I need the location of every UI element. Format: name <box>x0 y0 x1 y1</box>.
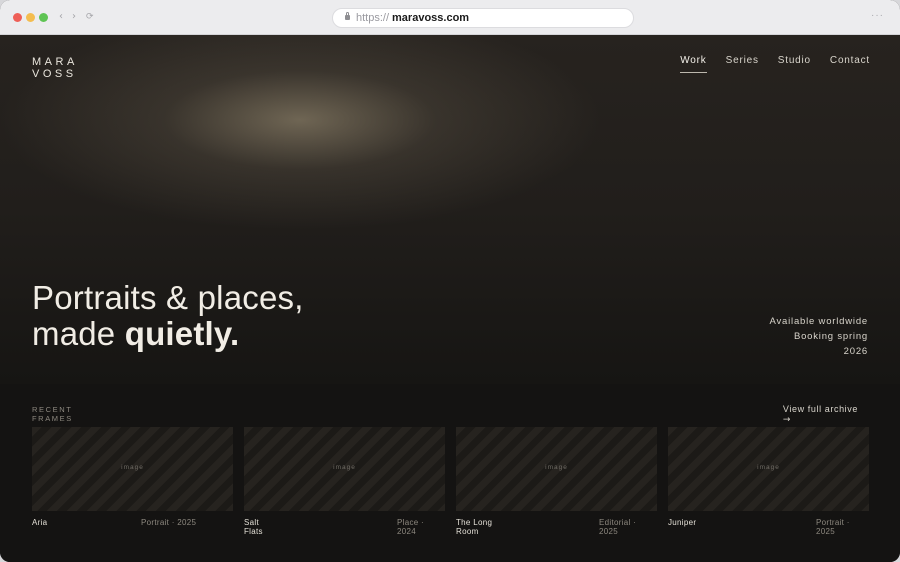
frame-card-aria[interactable]: image Aria Portrait · 2025 <box>32 427 233 527</box>
image-placeholder-label: image <box>757 464 780 471</box>
url-scheme: https:// <box>356 12 390 24</box>
forward-icon[interactable]: › <box>72 11 76 23</box>
frame-meta: Portrait · 2025 <box>816 518 850 536</box>
logo-line-2: VOSS <box>32 68 77 80</box>
nav-item-studio[interactable]: Studio <box>778 55 811 73</box>
back-icon[interactable]: ‹ <box>59 11 63 23</box>
availability-line-2: Booking spring <box>793 331 868 342</box>
site-logo[interactable]: MARA VOSS <box>32 56 78 80</box>
section-label-line-1: RECENT <box>32 405 73 414</box>
image-placeholder-label: image <box>333 464 356 471</box>
recent-frames-section: RECENT FRAMES View full archive → image … <box>0 384 900 562</box>
minimize-window-button[interactable] <box>26 13 35 22</box>
image-placeholder-label: image <box>545 464 568 471</box>
archive-link-label: View full archive <box>782 404 858 414</box>
frame-title: The Long Room <box>456 518 493 536</box>
close-window-button[interactable] <box>13 13 22 22</box>
frame-title: Salt Flats <box>244 518 263 536</box>
logo-line-1: MARA <box>32 56 78 68</box>
frame-card-salt-flats[interactable]: image Salt Flats Place · 2024 <box>244 427 445 536</box>
frame-title: Aria <box>32 518 48 527</box>
image-placeholder-label: image <box>121 464 144 471</box>
url-text: https://maravoss.com <box>356 9 469 27</box>
frame-meta: Place · 2024 <box>397 518 424 536</box>
frame-card-the-long-room[interactable]: image The Long Room Editorial · 2025 <box>456 427 657 536</box>
section-label-line-2: FRAMES <box>32 414 73 423</box>
availability-line-3: 2026 <box>843 346 868 357</box>
frame-thumbnail[interactable]: image <box>668 427 869 511</box>
main-nav: Work Series Studio Contact <box>680 55 870 73</box>
url-host: maravoss.com <box>392 12 470 24</box>
view-archive-link[interactable]: View full archive → <box>783 404 858 426</box>
hero-headline: Portraits & places, made quietly. <box>32 280 304 352</box>
frame-meta: Portrait · 2025 <box>141 518 197 527</box>
headline-line-1: Portraits & places, <box>32 279 304 316</box>
lock-icon <box>345 12 350 20</box>
browser-window: ‹ › ⟳ https://maravoss.com ··· MARA VOSS… <box>0 0 900 562</box>
reload-icon[interactable]: ⟳ <box>86 11 94 23</box>
frame-thumbnail[interactable]: image <box>244 427 445 511</box>
availability-line-1: Available worldwide <box>769 316 868 327</box>
headline-line-2-plain: made <box>32 315 125 352</box>
zoom-window-button[interactable] <box>39 13 48 22</box>
headline-emphasis: quietly. <box>124 315 240 352</box>
browser-toolbar: ‹ › ⟳ https://maravoss.com ··· <box>0 0 900 35</box>
hero-section: MARA VOSS Work Series Studio Contact Por… <box>0 35 900 384</box>
headline-line-2: made quietly. <box>32 315 239 352</box>
frame-thumbnail[interactable]: image <box>32 427 233 511</box>
section-label: RECENT FRAMES <box>32 405 73 423</box>
address-bar[interactable]: https://maravoss.com <box>332 8 634 28</box>
frame-meta: Editorial · 2025 <box>599 518 637 536</box>
availability-note: Available worldwide Booking spring 2026 <box>770 314 868 359</box>
frame-card-juniper[interactable]: image Juniper Portrait · 2025 <box>668 427 869 536</box>
nav-item-series[interactable]: Series <box>726 55 759 73</box>
frame-thumbnail[interactable]: image <box>456 427 657 511</box>
arrow-right-icon: → <box>782 415 792 425</box>
nav-item-work[interactable]: Work <box>680 55 707 73</box>
nav-item-contact[interactable]: Contact <box>830 55 870 73</box>
more-options-icon[interactable]: ··· <box>871 10 884 22</box>
frame-title: Juniper <box>668 518 697 527</box>
